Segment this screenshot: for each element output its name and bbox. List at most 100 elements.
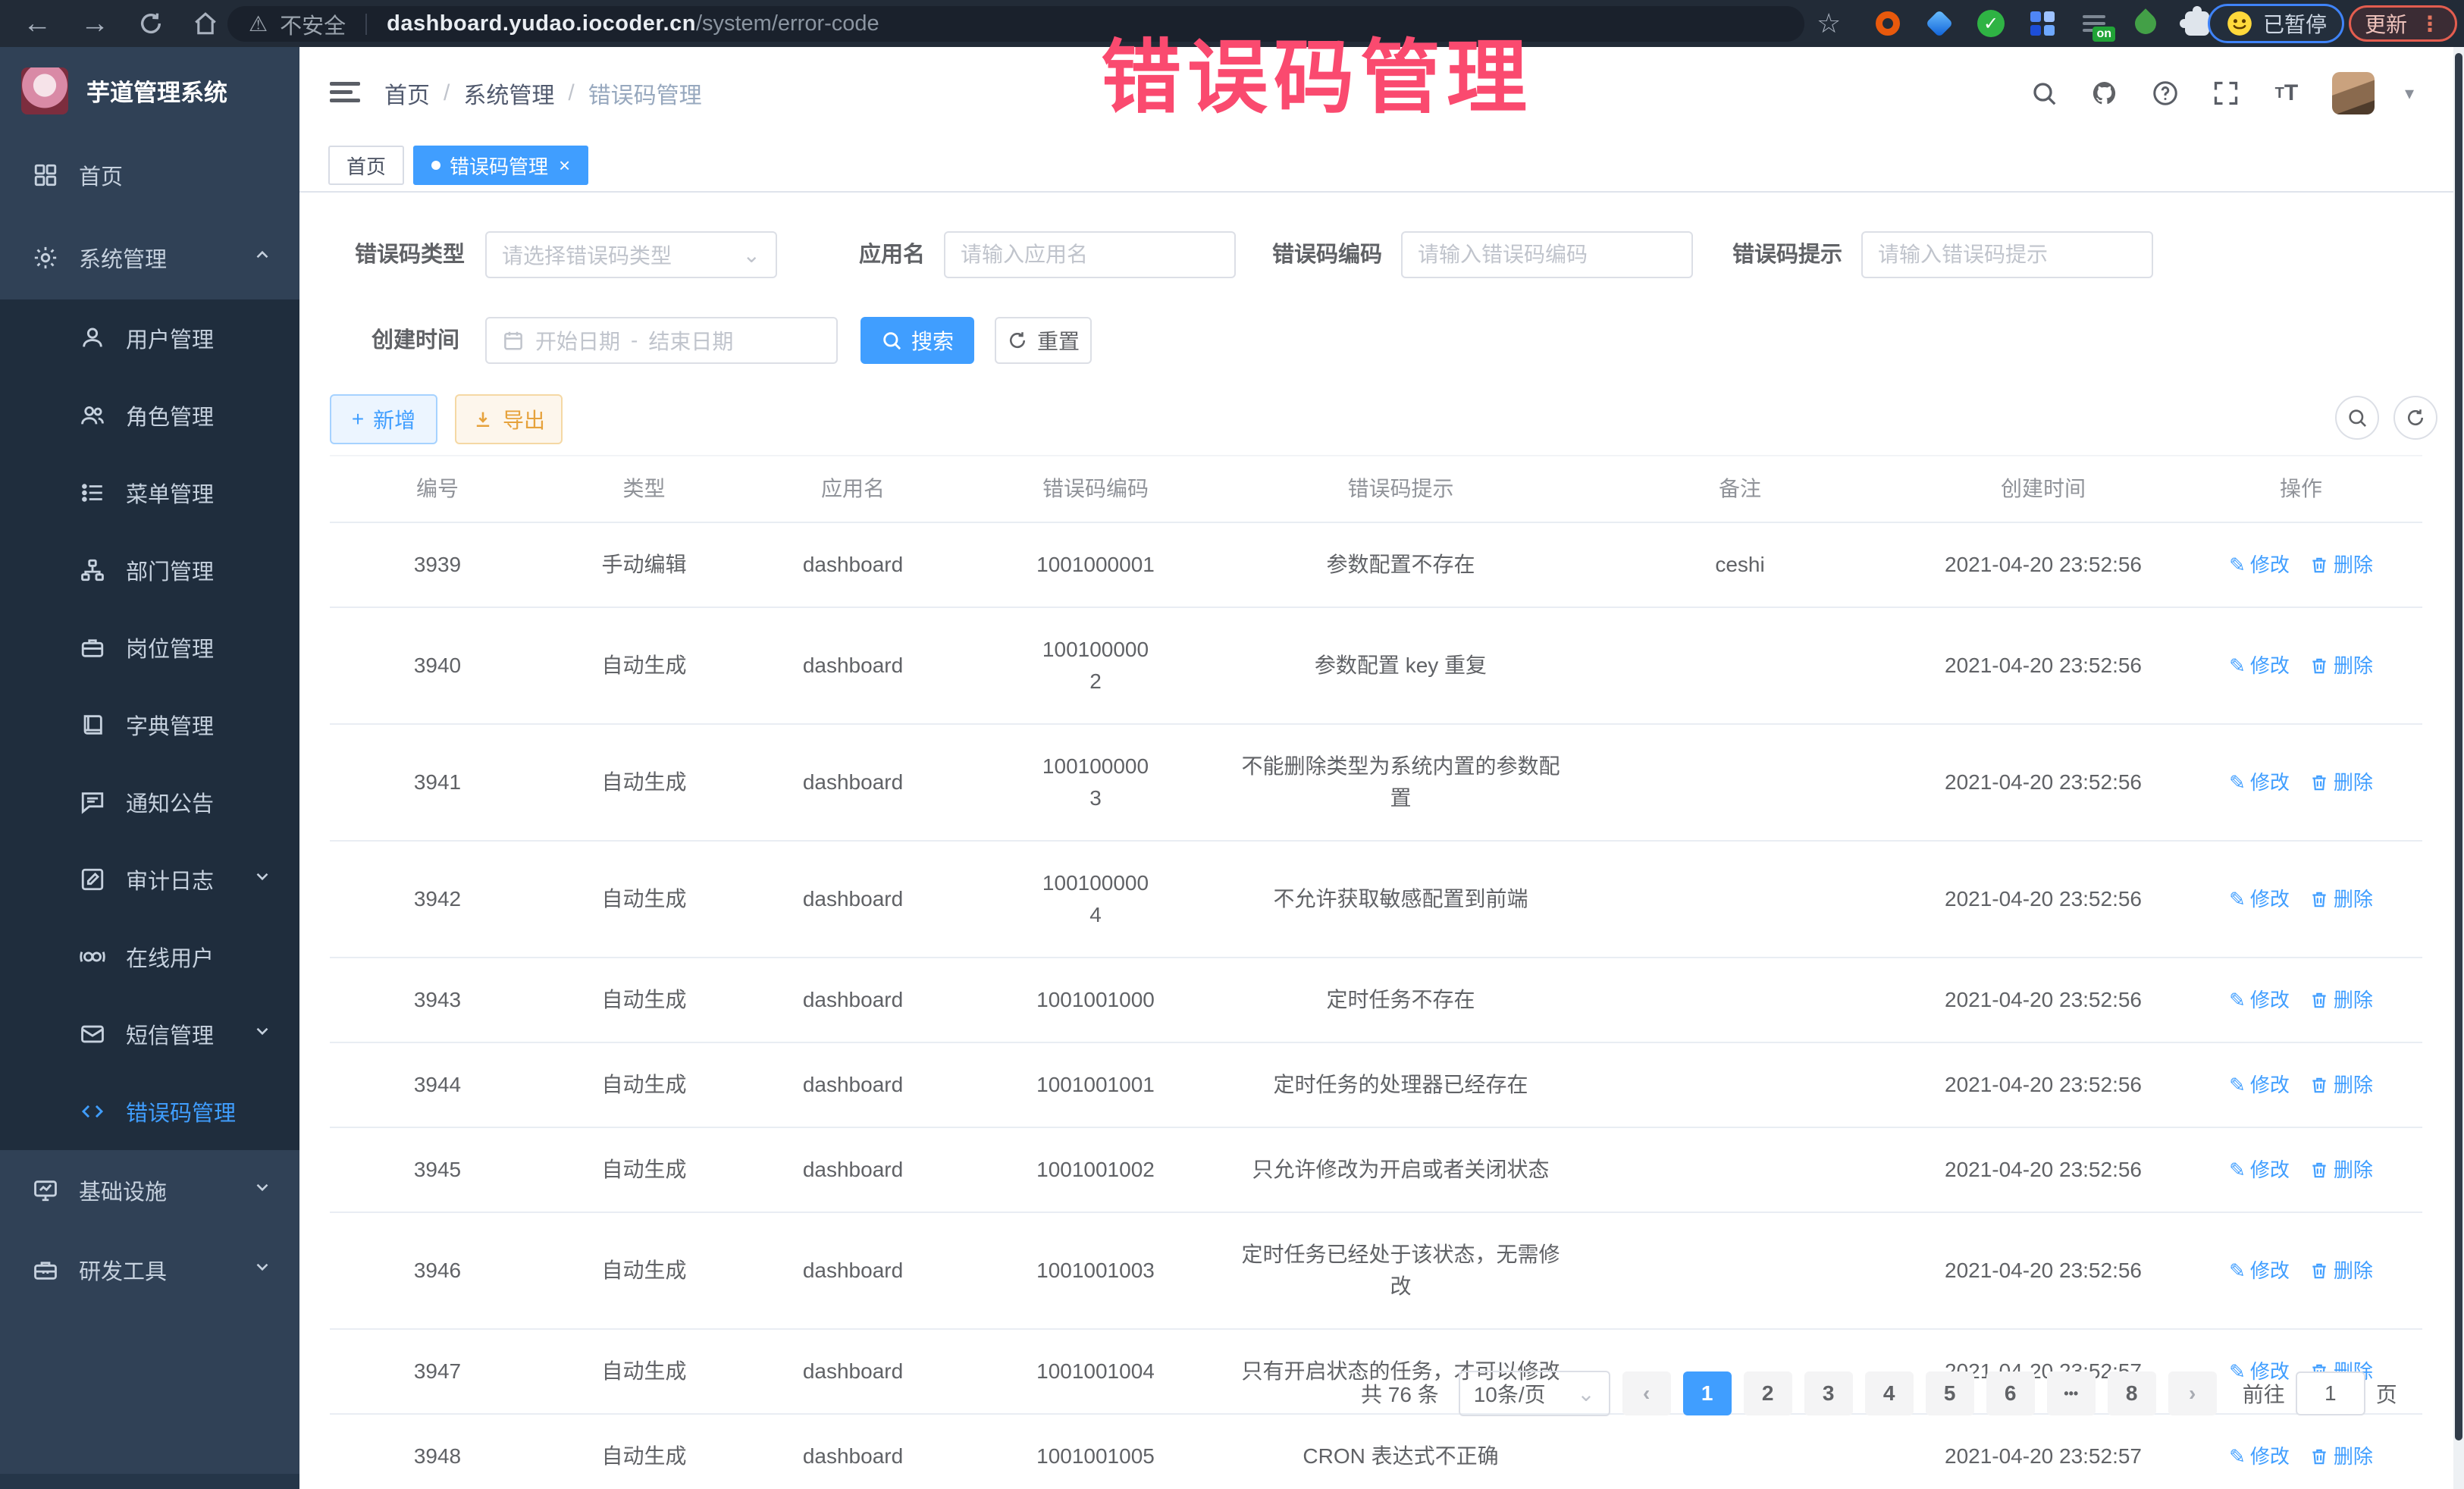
edit-link[interactable]: ✎修改	[2229, 1071, 2290, 1100]
edit-link[interactable]: ✎修改	[2229, 885, 2290, 914]
edit-link[interactable]: ✎修改	[2229, 651, 2290, 681]
delete-link[interactable]: 删除	[2309, 651, 2373, 681]
page-button[interactable]: 5	[1926, 1371, 1974, 1415]
page-button[interactable]: 1	[1683, 1371, 1732, 1415]
fullscreen-icon[interactable]	[2211, 78, 2241, 108]
hamburger-icon[interactable]	[330, 77, 362, 108]
browser-address-bar[interactable]: ⚠ 不安全 dashboard.yudao.iocoder.cn/system/…	[227, 6, 1804, 42]
date-range-picker[interactable]: 开始日期 - 结束日期	[485, 317, 838, 364]
avatar[interactable]	[2332, 72, 2375, 114]
browser-forward-icon[interactable]: →	[80, 0, 109, 47]
refresh-table-button[interactable]	[2393, 396, 2437, 440]
error-hint-input[interactable]	[1878, 243, 2136, 267]
page-button[interactable]: 6	[1986, 1371, 2035, 1415]
menu-list-icon	[79, 479, 106, 506]
sidebar-item-dictionary[interactable]: 字典管理	[0, 686, 299, 763]
reset-button[interactable]: 重置	[995, 317, 1092, 364]
browser-update-button[interactable]: 更新 ⋮	[2349, 5, 2457, 42]
edit-link[interactable]: ✎修改	[2229, 1155, 2290, 1185]
page-button[interactable]: 2	[1744, 1371, 1792, 1415]
sidebar-item-system[interactable]: 系统管理	[0, 216, 299, 299]
prev-page-button[interactable]: ‹	[1622, 1371, 1671, 1415]
sidebar-item-error-codes[interactable]: 错误码管理	[0, 1073, 299, 1150]
sidebar-item-notices[interactable]: 通知公告	[0, 763, 299, 841]
browser-home-icon[interactable]	[193, 11, 218, 36]
show-search-button[interactable]	[2335, 396, 2379, 440]
browser-menu-dots-icon[interactable]: ⋮	[2419, 11, 2441, 36]
extension-check-icon[interactable]: ✓	[1976, 8, 2006, 39]
extension-ring-icon[interactable]	[1873, 8, 1903, 39]
edit-link[interactable]: ✎修改	[2229, 1442, 2290, 1472]
delete-link[interactable]: 删除	[2309, 1071, 2373, 1100]
add-button[interactable]: + 新增	[330, 394, 437, 444]
export-button[interactable]: 导出	[455, 394, 563, 444]
delete-link[interactable]: 删除	[2309, 768, 2373, 798]
chevron-down-icon	[252, 1021, 272, 1047]
edit-link[interactable]: ✎修改	[2229, 550, 2290, 580]
cell-hint: 参数配置 key 重复	[1228, 624, 1573, 707]
browser-back-icon[interactable]: ←	[23, 0, 52, 47]
cell-id: 3940	[330, 624, 545, 707]
more-pages-button[interactable]: •••	[2047, 1371, 2096, 1415]
sidebar-item-sms[interactable]: 短信管理	[0, 995, 299, 1073]
profile-paused-badge[interactable]: 已暂停	[2208, 4, 2344, 43]
browser-extensions: ✓ on	[1873, 0, 2212, 47]
delete-link[interactable]: 删除	[2309, 550, 2373, 580]
delete-link[interactable]: 删除	[2309, 986, 2373, 1015]
delete-link[interactable]: 删除	[2309, 885, 2373, 914]
search-icon[interactable]	[2029, 78, 2059, 108]
sidebar-item-departments[interactable]: 部门管理	[0, 531, 299, 609]
app-name-input[interactable]	[961, 243, 1219, 267]
extension-list-icon[interactable]: on	[2079, 8, 2109, 39]
extension-grid-icon[interactable]	[2027, 8, 2058, 39]
error-hint-field[interactable]	[1861, 231, 2153, 278]
edit-link[interactable]: ✎修改	[2229, 1256, 2290, 1286]
cell-created: 2021-04-20 23:52:56	[1907, 1229, 2180, 1312]
extension-leaf-icon[interactable]	[2130, 8, 2161, 39]
error-type-select[interactable]: 请选择错误码类型 ⌄	[485, 231, 777, 278]
page-size-select[interactable]: 10条/页 ⌄	[1459, 1371, 1610, 1416]
sidebar-item-users[interactable]: 用户管理	[0, 299, 299, 377]
error-code-input[interactable]	[1418, 243, 1676, 267]
help-icon[interactable]	[2150, 78, 2180, 108]
breadcrumb-system[interactable]: 系统管理	[463, 77, 554, 110]
page-buttons: 123456 ••• 8	[1683, 1371, 2156, 1415]
sidebar-item-audit-log[interactable]: 审计日志	[0, 841, 299, 918]
bookmark-star-icon[interactable]: ☆	[1817, 0, 1841, 47]
sidebar-item-menus[interactable]: 菜单管理	[0, 454, 299, 531]
page-button[interactable]: 4	[1865, 1371, 1914, 1415]
caret-down-icon[interactable]: ▾	[2405, 83, 2414, 105]
app-logo-row[interactable]: 芋道管理系统	[0, 47, 299, 134]
breadcrumb-home[interactable]: 首页	[384, 77, 430, 110]
goto-page-input[interactable]	[2296, 1371, 2365, 1415]
extension-gem-icon[interactable]	[1924, 8, 1955, 39]
scrollbar-thumb[interactable]	[2455, 53, 2462, 1440]
page-button[interactable]: 3	[1804, 1371, 1853, 1415]
page-button[interactable]: 8	[2108, 1371, 2156, 1415]
delete-link[interactable]: 删除	[2309, 1155, 2373, 1185]
sidebar-item-infrastructure[interactable]: 基础设施	[0, 1150, 299, 1230]
sidebar-item-online-users[interactable]: 在线用户	[0, 918, 299, 995]
delete-link[interactable]: 删除	[2309, 1442, 2373, 1472]
edit-link[interactable]: ✎修改	[2229, 986, 2290, 1015]
sidebar-item-dev-tools[interactable]: 研发工具	[0, 1230, 299, 1309]
tab-error-codes[interactable]: 错误码管理 ×	[413, 146, 588, 185]
sidebar-item-home[interactable]: 首页	[0, 134, 299, 216]
chevron-down-icon: ⌄	[1577, 1381, 1594, 1406]
app-name-field[interactable]	[944, 231, 1236, 278]
sidebar-item-posts[interactable]: 岗位管理	[0, 609, 299, 686]
error-code-field[interactable]	[1401, 231, 1693, 278]
search-button[interactable]: 搜索	[861, 317, 974, 364]
sidebar-item-roles[interactable]: 角色管理	[0, 377, 299, 454]
close-icon[interactable]: ×	[559, 155, 570, 175]
github-icon[interactable]	[2089, 78, 2120, 108]
tab-home[interactable]: 首页	[328, 146, 404, 185]
edit-link[interactable]: ✎修改	[2229, 768, 2290, 798]
chevron-down-icon	[252, 1257, 272, 1283]
pencil-icon: ✎	[2229, 651, 2246, 681]
delete-link[interactable]: 删除	[2309, 1256, 2373, 1286]
next-page-button[interactable]: ›	[2168, 1371, 2217, 1415]
text-size-icon[interactable]: TT	[2271, 78, 2302, 108]
chevron-up-icon	[252, 245, 272, 271]
browser-reload-icon[interactable]	[138, 11, 164, 36]
